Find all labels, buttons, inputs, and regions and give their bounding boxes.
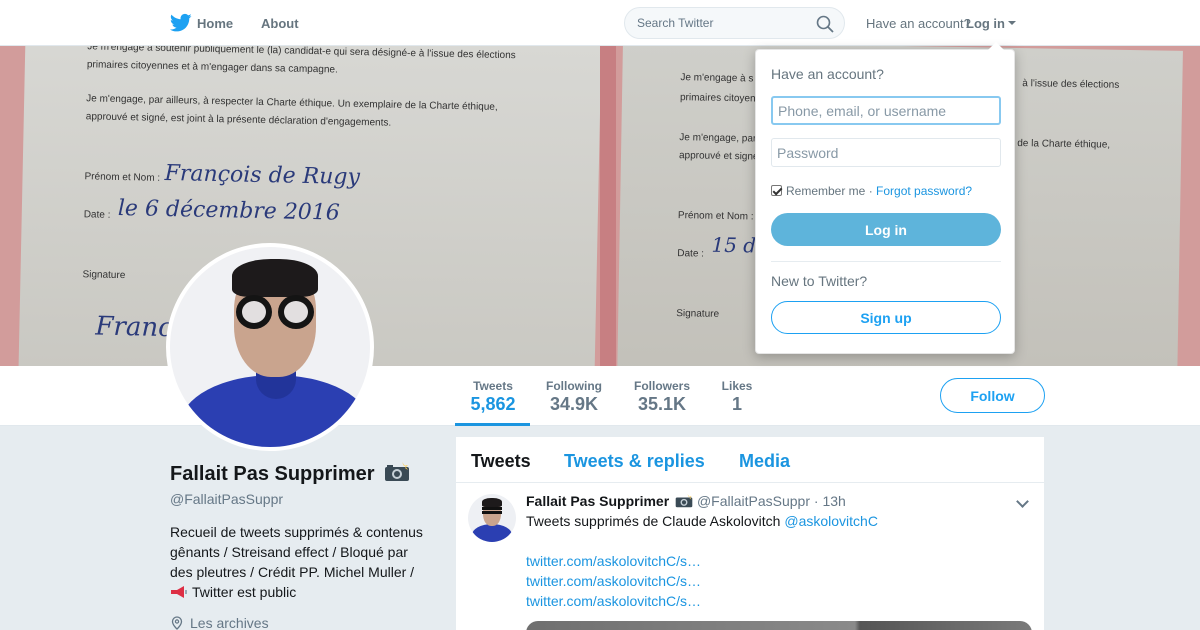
profile-avatar[interactable] <box>166 243 374 451</box>
avatar-hair <box>232 259 318 297</box>
binder-fold <box>600 46 616 366</box>
doc-text-line: Je m'engage à soutenir publiquement le (… <box>87 46 516 62</box>
profile-location-text: Les archives <box>190 615 269 630</box>
stat-value: 34.9K <box>549 394 599 414</box>
doc-text-line: à l'issue des élections <box>1022 78 1120 91</box>
follow-button[interactable]: Follow <box>940 378 1045 413</box>
profile-bio-text: Recueil de tweets supprimés & contenus g… <box>170 524 423 580</box>
handwritten-date: le 6 décembre 2016 <box>117 195 341 226</box>
username-field[interactable] <box>771 96 1001 125</box>
login-menu-button[interactable]: Log in <box>966 16 1005 31</box>
profile-location: Les archives <box>170 615 269 630</box>
doc-name-label: Prénom et Nom : <box>84 171 161 184</box>
doc-date-label: Date : <box>677 248 705 260</box>
profile-bio-tail: Twitter est public <box>192 584 297 600</box>
camera-flash-icon <box>385 462 410 481</box>
doc-name-label: Prénom et Nom : <box>677 210 754 223</box>
search-icon[interactable] <box>816 15 834 33</box>
remember-me-checkbox[interactable] <box>771 185 782 196</box>
tweet-link[interactable]: twitter.com/askolovitchC/s… <box>526 593 701 609</box>
timeline: Tweets Tweets & replies Media Fallait Pa… <box>456 437 1044 630</box>
megaphone-icon <box>171 586 187 598</box>
doc-text-line: de la Charte éthique, <box>1017 138 1111 151</box>
have-account-text: Have an account? <box>866 16 971 31</box>
stat-tweets[interactable]: Tweets 5,862 <box>468 379 518 415</box>
stat-following[interactable]: Following 34.9K <box>543 379 605 415</box>
tweet-author-handle[interactable]: @FallaitPasSuppr <box>697 493 810 509</box>
tweet-text-body: Tweets supprimés de Claude Askolovitch <box>526 513 781 529</box>
tweet-link[interactable]: twitter.com/askolovitchC/s… <box>526 553 701 569</box>
tweet-author-name[interactable]: Fallait Pas Supprimer <box>526 493 669 509</box>
forgot-password-link[interactable]: Forgot password? <box>876 184 972 198</box>
active-tab-underline <box>455 423 530 426</box>
stat-label: Following <box>546 379 602 393</box>
tweet[interactable]: Fallait Pas Supprimer @FallaitPasSuppr ·… <box>456 484 1044 630</box>
handwritten-signature: Franc <box>95 311 174 344</box>
profile-bio: Recueil de tweets supprimés & contenus g… <box>170 522 432 602</box>
avatar-glasses-right <box>278 295 314 329</box>
doc-signature-label: Signature <box>82 269 126 282</box>
stat-label: Likes <box>721 379 753 393</box>
stat-label: Tweets <box>473 379 513 393</box>
signup-button[interactable]: Sign up <box>771 301 1001 334</box>
new-to-twitter-text: New to Twitter? <box>771 273 868 289</box>
tweet-avatar[interactable] <box>468 494 516 542</box>
tweet-media-image[interactable] <box>526 621 1032 630</box>
tweet-text: Tweets supprimés de Claude Askolovitch @… <box>526 513 878 529</box>
doc-text-line: Je m'engage à s <box>680 72 754 85</box>
doc-text-line: Je m'engage, par ailleurs, à respecter l… <box>86 93 498 113</box>
location-pin-icon <box>171 616 183 630</box>
tweet-link[interactable]: twitter.com/askolovitchC/s… <box>526 573 701 589</box>
tweet-header: Fallait Pas Supprimer @FallaitPasSuppr ·… <box>526 493 846 509</box>
timeline-tabs: Tweets Tweets & replies Media <box>456 437 1044 483</box>
tweet-timestamp[interactable]: · 13h <box>814 493 846 509</box>
profile-name-text: Fallait Pas Supprimer <box>170 463 375 485</box>
dropdown-title: Have an account? <box>771 66 884 82</box>
avatar-hair <box>482 498 502 507</box>
doc-signature-label: Signature <box>676 308 720 320</box>
stat-followers[interactable]: Followers 35.1K <box>631 379 693 415</box>
tweet-menu-chevron-icon[interactable] <box>1016 495 1029 508</box>
doc-date-label: Date : <box>83 209 111 221</box>
camera-flash-icon <box>675 494 693 508</box>
search-input[interactable]: Search Twitter <box>624 7 845 39</box>
login-dropdown: Have an account? Remember me · Forgot pa… <box>755 42 1015 354</box>
remember-me-label[interactable]: Remember me · <box>786 184 873 198</box>
stat-value: 35.1K <box>637 394 687 414</box>
doc-text-line: approuvé et signé <box>678 150 759 163</box>
caret-down-icon[interactable] <box>1008 21 1016 25</box>
divider <box>771 261 1001 262</box>
doc-text-line: primaires citoyennes et à m'engager dans… <box>86 59 338 76</box>
stat-value: 5,862 <box>470 394 516 414</box>
tweet-mention-link[interactable]: @askolovitchC <box>784 513 878 529</box>
doc-text-line: primaires citoyen <box>679 92 756 105</box>
tab-tweets-replies[interactable]: Tweets & replies <box>564 451 705 472</box>
avatar-jacket <box>472 524 512 542</box>
password-field[interactable] <box>771 138 1001 167</box>
search-placeholder: Search Twitter <box>637 16 714 30</box>
top-nav: Home About Search Twitter Have an accoun… <box>0 0 1200 46</box>
remember-me-row: Remember me · Forgot password? <box>771 184 972 198</box>
avatar-glasses <box>482 507 502 514</box>
handwritten-name: François de Rugy <box>164 160 361 191</box>
tab-media[interactable]: Media <box>739 451 790 472</box>
avatar-glasses-left <box>236 295 272 329</box>
nav-about-link[interactable]: About <box>261 16 299 31</box>
stat-likes[interactable]: Likes 1 <box>718 379 756 415</box>
stat-label: Followers <box>633 379 690 393</box>
twitter-bird-icon[interactable] <box>170 13 192 33</box>
doc-text-line: approuvé et signé, est joint à la présen… <box>85 111 392 129</box>
tab-tweets[interactable]: Tweets <box>471 451 531 472</box>
login-button[interactable]: Log in <box>771 213 1001 246</box>
nav-home-link[interactable]: Home <box>197 16 233 31</box>
doc-text-line: Je m'engage, par <box>679 132 757 145</box>
profile-handle[interactable]: @FallaitPasSuppr <box>170 491 283 507</box>
stat-value: 1 <box>731 394 742 414</box>
profile-name: Fallait Pas Supprimer <box>170 462 410 486</box>
dropdown-arrow <box>988 42 1004 50</box>
